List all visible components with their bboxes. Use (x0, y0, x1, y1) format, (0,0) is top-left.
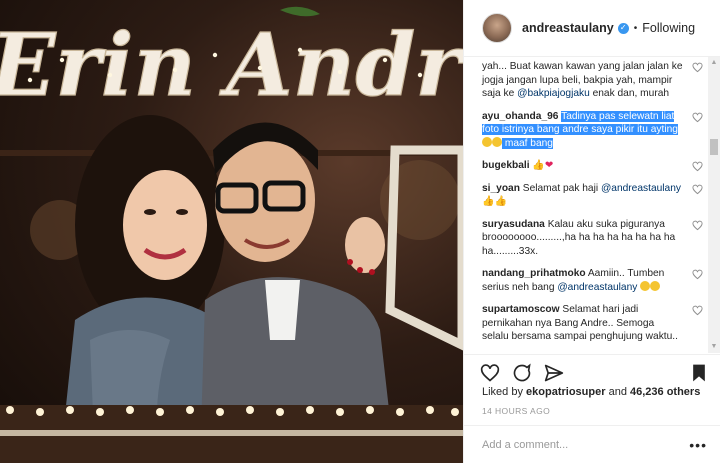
following-button[interactable]: Following (642, 21, 695, 35)
comment-text: enak dan, murah (589, 88, 670, 99)
thumbs-up-emoji-icon: 👍 (532, 160, 545, 171)
photo-illustration: Erin Andre (0, 6, 463, 463)
bookmark-icon[interactable] (689, 363, 709, 383)
comment-like-heart-icon[interactable] (692, 161, 703, 172)
comment-like-heart-icon[interactable] (692, 112, 703, 123)
marquee-sign: Erin Andre (0, 14, 463, 116)
comment-username[interactable]: si_yoan (482, 183, 520, 194)
comment-like-heart-icon[interactable] (692, 269, 703, 280)
laughing-emoji-icon (492, 136, 502, 147)
comment-item: suryasudana Kalau aku suka piguranya bro… (482, 218, 709, 259)
comment-like-heart-icon[interactable] (692, 220, 703, 231)
likes-summary: Liked by ekopatriosuper and 46,236 other… (482, 386, 700, 398)
comment-icon[interactable] (512, 363, 532, 383)
header-username[interactable]: andreastaulany (522, 21, 614, 35)
sign-letters: Erin Andre (0, 15, 463, 116)
comment-like-heart-icon[interactable] (692, 305, 703, 316)
scroll-down-arrow-icon[interactable]: ▼ (708, 341, 720, 353)
laughing-emoji-icon (640, 280, 651, 291)
comment-item: ayu_ohanda_96 Tadinya pas selewatn liat … (482, 110, 709, 151)
add-comment-input[interactable]: Add a comment... (482, 439, 689, 451)
comment-username[interactable]: nandang_prihatmoko (482, 268, 586, 279)
share-icon[interactable] (544, 363, 564, 383)
mention-link[interactable]: @bakpiajogjaku (517, 88, 590, 99)
likes-middle: and (608, 386, 627, 398)
comment-username[interactable]: suryasudana (482, 219, 545, 230)
avatar[interactable] (482, 13, 512, 43)
post-timestamp[interactable]: 14 HOURS AGO (482, 406, 550, 416)
comment-like-heart-icon[interactable] (692, 184, 703, 195)
comment-item: bugekbali 👍❤ (482, 159, 709, 173)
thumbs-up-emoji-icon: 👍 (482, 196, 495, 207)
laughing-emoji-icon (482, 136, 492, 147)
verified-badge-icon: ✓ (617, 22, 629, 34)
comment-username[interactable]: supartamoscow (482, 304, 560, 315)
post-header: andreastaulany ✓ • Following (464, 0, 720, 57)
comments-scrollbar[interactable]: ▲ ▼ (708, 57, 720, 353)
comment-username[interactable]: ayu_ohanda_96 (482, 111, 558, 122)
comment-item: yah... Buat kawan kawan yang jalan jalan… (482, 60, 709, 101)
add-comment-bar: Add a comment... ••• (464, 425, 720, 463)
scroll-thumb[interactable] (710, 139, 718, 155)
comments-list: yah... Buat kawan kawan yang jalan jalan… (464, 57, 709, 353)
thumbs-up-emoji-icon: 👍 (494, 196, 507, 207)
comment-item: supartamoscow Selamat hari jadi pernikah… (482, 303, 709, 344)
action-bar (464, 354, 720, 386)
scroll-up-arrow-icon[interactable]: ▲ (708, 57, 720, 69)
comment-like-heart-icon[interactable] (692, 62, 703, 73)
comment-item: si_yoan Selamat pak haji @andreastaulany… (482, 182, 709, 209)
mention-link[interactable]: @andreastaulany (601, 183, 681, 194)
comment-text: maaf bang (502, 137, 553, 149)
likes-count[interactable]: 46,236 others (630, 386, 700, 398)
more-icon[interactable]: ••• (689, 438, 707, 452)
comment-item: lina.hernawati223 Barokallohu fiikum.. (482, 353, 709, 354)
comment-text: Selamat pak haji (522, 182, 601, 194)
comment-username[interactable]: bugekbali (482, 160, 530, 171)
header-separator: • (633, 22, 638, 34)
post-photo[interactable]: Erin Andre (0, 0, 463, 463)
post-side-panel: andreastaulany ✓ • Following yah... Buat… (463, 0, 720, 463)
likes-prefix: Liked by (482, 386, 523, 398)
likes-user[interactable]: ekopatriosuper (526, 386, 605, 398)
laughing-emoji-icon (650, 280, 661, 291)
heart-icon[interactable] (480, 363, 500, 383)
comment-item: nandang_prihatmoko Aamiin.. Tumben seriu… (482, 267, 709, 294)
red-heart-emoji-icon: ❤ (544, 160, 554, 171)
mention-link[interactable]: @andreastaulany (557, 282, 637, 293)
